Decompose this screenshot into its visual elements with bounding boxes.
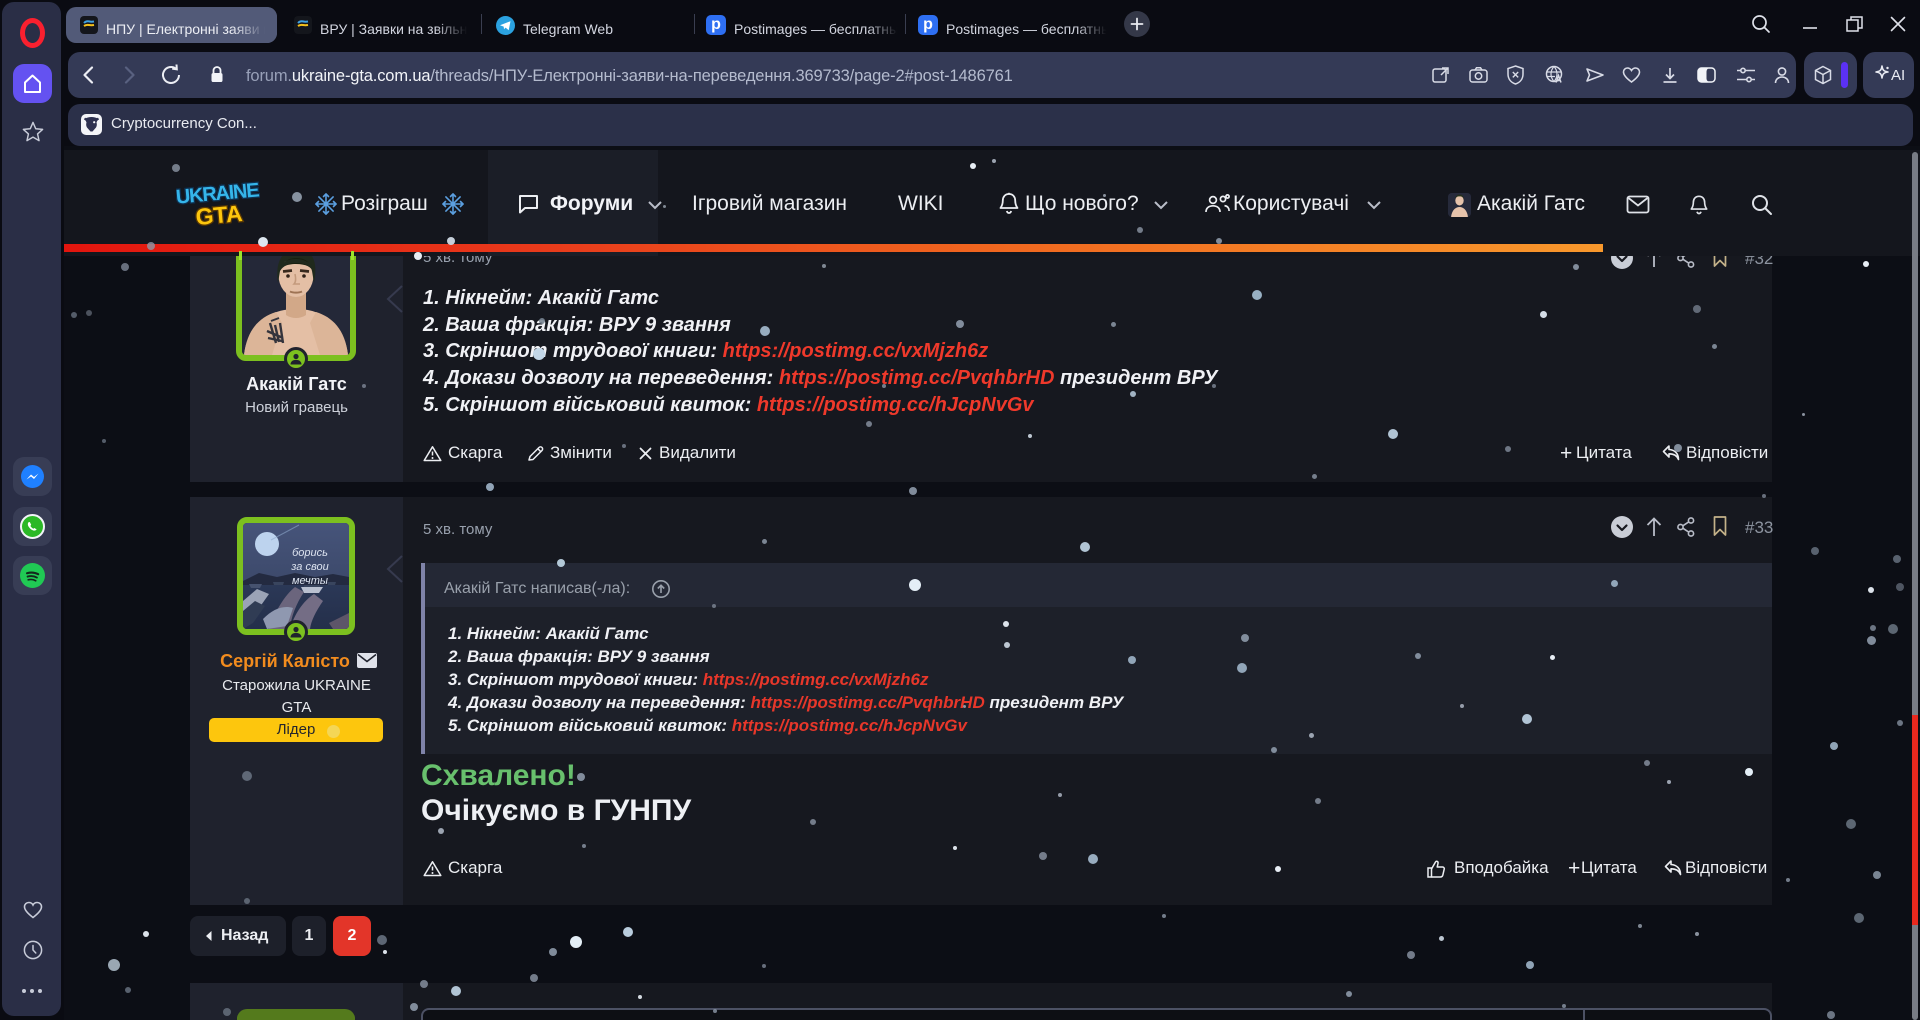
- svg-text:борись: борись: [292, 547, 328, 559]
- svg-text:GTA: GTA: [194, 200, 243, 230]
- svg-text:за свои: за свои: [290, 561, 328, 573]
- svg-text:мечты: мечты: [292, 575, 328, 587]
